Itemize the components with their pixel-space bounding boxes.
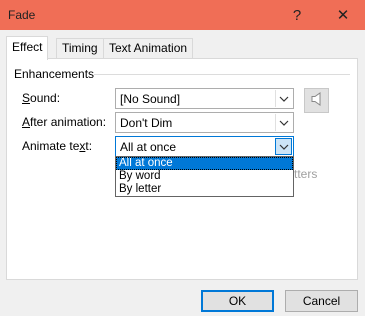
chevron-down-icon[interactable] [275,90,292,107]
ok-button[interactable]: OK [201,290,274,312]
tab-timing-label: Timing [62,41,98,55]
tab-effect-label: Effect [12,40,43,54]
animate-text-label: Animate text: [22,139,92,153]
sound-label-access-key: S [22,91,31,105]
help-button[interactable]: ? [286,4,308,26]
animate-text-dropdown-list: All at once By word By letter [115,156,294,197]
dropdown-option-by-word[interactable]: By word [116,170,293,183]
enhancements-group-label: Enhancements [14,67,98,81]
animate-text-value: All at once [120,140,177,154]
after-animation-label-rest: fter animation: [30,115,107,129]
sound-label-rest: ound: [30,91,61,105]
tab-text-animation-label: Text Animation [109,41,188,55]
group-divider [94,74,350,75]
cancel-button-label: Cancel [302,294,341,308]
tab-timing[interactable]: Timing [56,38,104,58]
sound-label: Sound: [22,91,60,105]
chevron-down-icon[interactable] [275,138,292,155]
speaker-icon [311,92,323,109]
after-animation-combobox[interactable]: Don't Dim [115,112,294,133]
play-sound-button[interactable] [304,88,329,113]
dropdown-option-by-letter[interactable]: By letter [116,183,293,196]
sound-value: [No Sound] [120,92,181,106]
after-animation-value: Don't Dim [120,116,173,130]
window-title: Fade [8,8,36,22]
animate-text-combobox[interactable]: All at once [115,136,294,157]
obscured-label-fragment: tters [294,167,318,181]
animate-text-label-pre: Animate te [22,139,80,153]
title-bar: Fade ? ✕ [0,0,365,30]
tab-text-animation[interactable]: Text Animation [103,38,194,58]
tab-effect[interactable]: Effect [6,36,49,60]
animate-text-label-rest: t: [85,139,93,153]
sound-combobox[interactable]: [No Sound] [115,88,294,109]
cancel-button[interactable]: Cancel [285,290,358,312]
chevron-down-icon[interactable] [275,114,292,131]
after-animation-label: After animation: [22,115,106,129]
after-animation-access-key: A [22,115,31,129]
dropdown-option-all-at-once[interactable]: All at once [116,157,293,170]
close-button[interactable]: ✕ [332,4,354,26]
ok-button-label: OK [228,294,247,308]
